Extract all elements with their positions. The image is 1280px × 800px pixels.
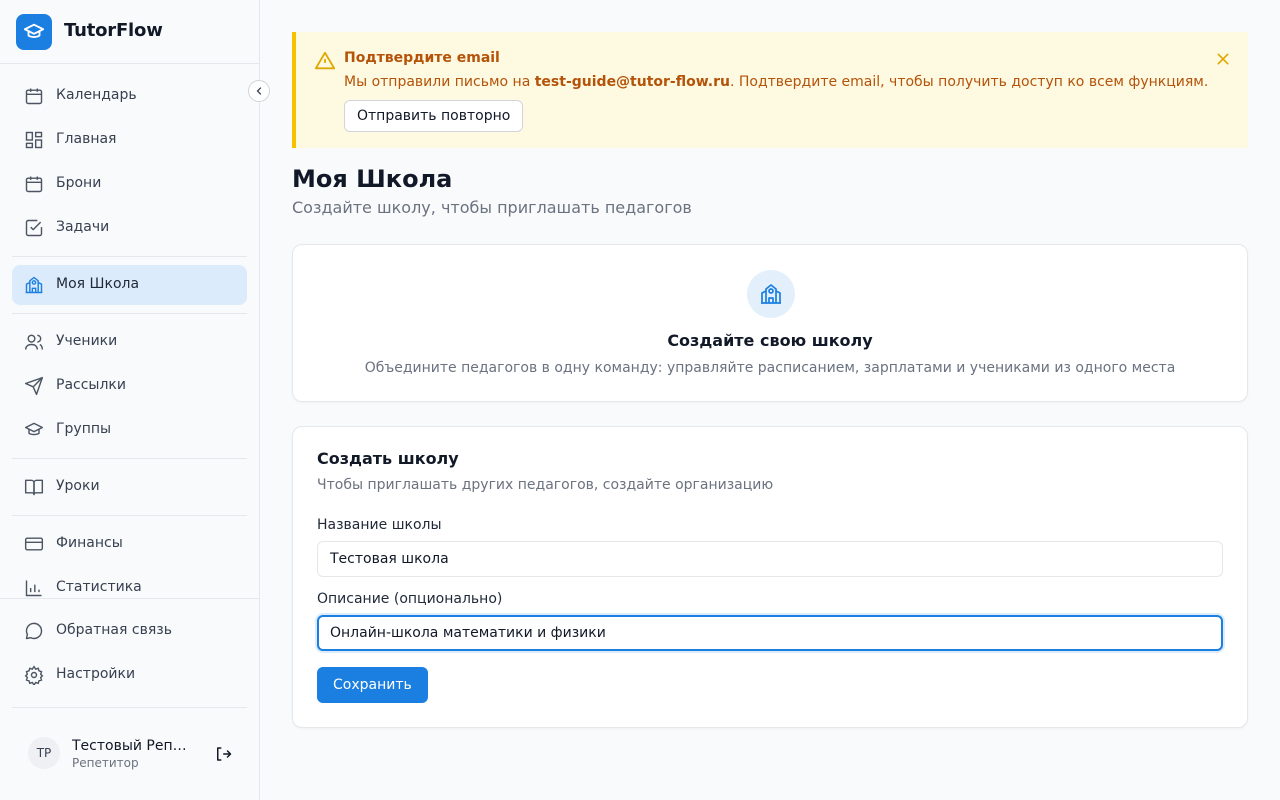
user-profile[interactable]: TP Тестовый Репетитор Репетитор [12, 724, 247, 784]
description-input[interactable] [317, 615, 1223, 651]
banner-text-suffix: . Подтвердите email, чтобы получить дост… [729, 74, 1209, 90]
resend-button[interactable]: Отправить повторно [344, 100, 524, 132]
graduation-cap-icon [24, 420, 44, 440]
sidebar-item-label: Уроки [56, 478, 100, 494]
sidebar-item-label: Финансы [56, 535, 123, 551]
sidebar-item-label: Рассылки [56, 377, 126, 393]
school-name-label: Название школы [317, 517, 442, 533]
sidebar-item-feedback[interactable]: Обратная связь [12, 611, 247, 651]
sidebar: TutorFlow Календарь Главная Брони Задачи… [0, 0, 260, 800]
credit-card-icon [24, 534, 44, 554]
banner-title: Подтвердите email [344, 50, 500, 66]
chevron-left-icon [256, 87, 262, 95]
sidebar-divider [12, 707, 247, 708]
sidebar-item-groups[interactable]: Группы [12, 410, 247, 450]
create-school-intro-card: Создайте свою школу Объедините педагогов… [292, 244, 1248, 402]
email-verification-banner: Подтвердите email Мы отправили письмо на… [292, 32, 1248, 148]
sidebar-item-tasks[interactable]: Задачи [12, 208, 247, 248]
dashboard-icon [24, 130, 44, 150]
school-icon [24, 275, 44, 295]
sidebar-item-label: Статистика [56, 579, 142, 595]
sidebar-divider [12, 515, 247, 516]
sidebar-item-finance[interactable]: Финансы [12, 524, 247, 564]
sidebar-item-students[interactable]: Ученики [12, 322, 247, 362]
sidebar-divider [12, 256, 247, 257]
intro-description: Объедините педагогов в одну команду: упр… [364, 360, 1176, 376]
brand: TutorFlow [0, 0, 259, 64]
warning-icon [314, 50, 336, 72]
sidebar-item-label: Моя Школа [56, 276, 140, 292]
send-icon [24, 376, 44, 396]
sidebar-item-statistics[interactable]: Статистика [12, 568, 247, 608]
avatar: TP [28, 737, 60, 769]
user-role: Репетитор [72, 756, 139, 770]
calendar-icon [24, 86, 44, 106]
app-name: TutorFlow [64, 20, 163, 41]
sidebar-divider [12, 458, 247, 459]
banner-message: Мы отправили письмо на test-guide@tutor-… [344, 74, 1208, 90]
sidebar-item-bookings[interactable]: Брони [12, 164, 247, 204]
graduation-cap-icon[interactable] [16, 14, 52, 50]
sidebar-item-label: Ученики [56, 333, 118, 349]
sidebar-divider [12, 313, 247, 314]
description-label: Описание (опционально) [317, 591, 503, 607]
school-name-input[interactable] [317, 541, 1223, 577]
user-name: Тестовый Репетитор [72, 738, 192, 754]
bar-chart-icon [24, 578, 44, 598]
sidebar-divider [0, 598, 259, 599]
sidebar-item-label: Календарь [56, 87, 137, 103]
users-icon [24, 332, 44, 352]
school-icon [747, 270, 795, 318]
sidebar-item-settings[interactable]: Настройки [12, 655, 247, 695]
banner-email: test-guide@tutor-flow.ru [534, 74, 730, 90]
create-school-form: Создать школу Чтобы приглашать других пе… [292, 426, 1248, 728]
sidebar-item-label: Задачи [56, 219, 110, 235]
sidebar-item-label: Обратная связь [56, 622, 172, 638]
checkbox-icon [24, 218, 44, 238]
banner-text-prefix: Мы отправили письмо на [344, 74, 535, 90]
close-icon[interactable] [1214, 50, 1232, 68]
collapse-sidebar-button[interactable] [248, 80, 270, 102]
sidebar-item-mailings[interactable]: Рассылки [12, 366, 247, 406]
form-description: Чтобы приглашать других педагогов, созда… [317, 477, 774, 493]
sidebar-item-calendar[interactable]: Календарь [12, 76, 247, 116]
save-button[interactable]: Сохранить [317, 667, 428, 703]
sidebar-item-home[interactable]: Главная [12, 120, 247, 160]
logout-icon[interactable] [213, 744, 233, 764]
sidebar-item-lessons[interactable]: Уроки [12, 467, 247, 507]
gear-icon [24, 665, 44, 685]
intro-title: Создайте свою школу [667, 331, 873, 350]
message-icon [24, 621, 44, 641]
form-title: Создать школу [317, 449, 459, 468]
page-title: Моя Школа [292, 165, 453, 193]
sidebar-item-label: Группы [56, 421, 112, 437]
sidebar-item-label: Брони [56, 175, 102, 191]
page-subtitle: Создайте школу, чтобы приглашать педагог… [292, 198, 692, 217]
sidebar-item-label: Настройки [56, 666, 136, 682]
book-icon [24, 477, 44, 497]
calendar-icon [24, 174, 44, 194]
sidebar-item-label: Главная [56, 131, 117, 147]
sidebar-item-my-school[interactable]: Моя Школа [12, 265, 247, 305]
